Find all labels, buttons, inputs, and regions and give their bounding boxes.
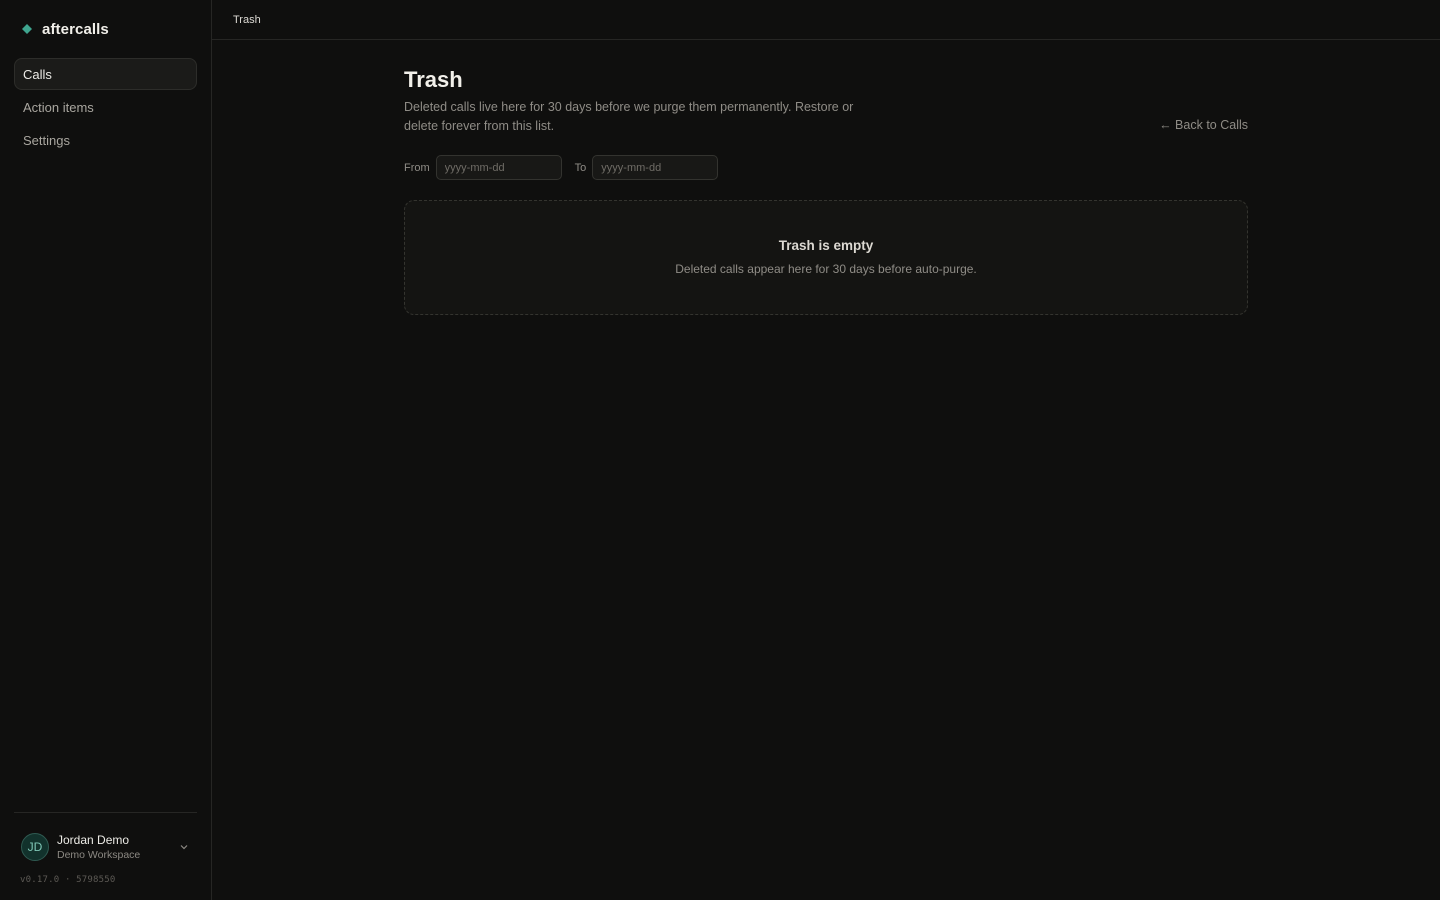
date-filters: From To [404,155,719,180]
topbar: Trash [212,0,1440,40]
brand[interactable]: aftercalls [14,0,197,58]
page-description: Deleted calls live here for 30 days befo… [404,100,854,133]
empty-state-title: Trash is empty [778,238,874,253]
sidebar-footer: JD Jordan Demo Demo Workspace v0.17.0 · … [14,812,197,900]
empty-state-subtitle: Deleted calls appear here for 30 days be… [675,262,977,276]
from-date-input[interactable] [435,155,562,180]
empty-state: Trash is empty Deleted calls appear here… [404,200,1248,315]
sidebar-item-label: Action items [23,99,94,115]
trash-content: Trash Deleted calls live here for 30 day… [404,40,1248,315]
sidebar-item-action-items[interactable]: Action items [14,91,197,123]
page-header: Trash Deleted calls live here for 30 day… [404,40,1248,133]
chevron-down-icon [177,842,191,853]
sidebar: aftercalls Calls Action items Settings J… [0,0,212,900]
brand-diamond-icon [21,23,33,35]
breadcrumb: Trash [233,13,261,26]
main-panel: Trash Trash Deleted calls live here for … [212,0,1440,900]
sidebar-item-label: Settings [23,132,70,148]
sidebar-nav: Calls Action items Settings [14,58,197,156]
from-label: From [404,161,430,174]
sidebar-item-settings[interactable]: Settings [14,124,197,156]
brand-name: aftercalls [42,20,109,38]
page-title: Trash [404,67,463,92]
to-label: To [574,161,587,174]
app-version: v0.17.0 · 5798550 [20,875,116,885]
sidebar-item-label: Calls [23,66,52,82]
workspace-name: Demo Workspace [57,848,141,861]
back-to-calls-link[interactable]: ← Back to Calls [1159,118,1248,132]
app-shell: aftercalls Calls Action items Settings J… [0,0,1440,900]
sidebar-item-calls[interactable]: Calls [14,58,197,90]
user-info: Jordan Demo Demo Workspace [57,833,177,862]
to-date-input[interactable] [592,155,719,180]
avatar: JD [21,833,49,861]
user-name: Jordan Demo [57,832,130,847]
user-menu-button[interactable]: JD Jordan Demo Demo Workspace [14,823,197,871]
